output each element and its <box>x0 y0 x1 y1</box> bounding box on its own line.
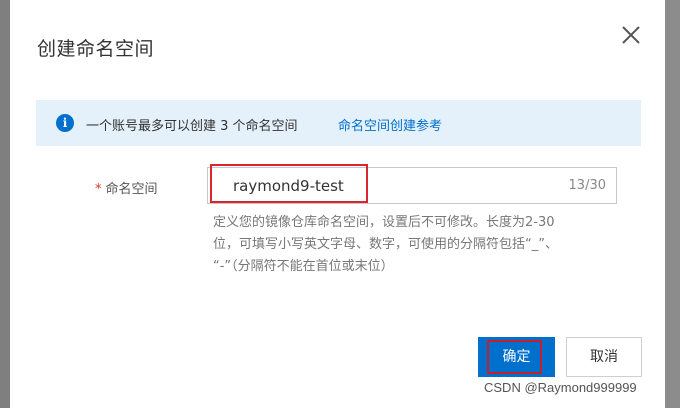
namespace-guide-link[interactable]: 命名空间创建参考 <box>338 115 442 134</box>
modal-backdrop-left <box>0 0 10 408</box>
namespace-label-text: 命名空间 <box>105 182 158 197</box>
confirm-button[interactable]: 确定 <box>478 337 555 377</box>
help-line: “-”（分隔符不能在首位或末位） <box>213 259 394 274</box>
info-icon: i <box>56 114 74 132</box>
notice-text: 一个账号最多可以创建 3 个命名空间 <box>86 119 298 134</box>
required-mark: * <box>95 182 102 197</box>
cancel-button[interactable]: 取消 <box>566 337 642 377</box>
create-namespace-dialog: 创建命名空间 i 一个账号最多可以创建 3 个命名空间 命名空间创建参考 * 命名… <box>10 0 665 408</box>
help-line: 位，可填写小写英文字母、数字，可使用的分隔符包括“_”、 <box>213 237 558 252</box>
namespace-label: * 命名空间 <box>95 178 158 197</box>
annotation-highlight-input <box>210 164 368 203</box>
watermark: CSDN @Raymond999999 <box>484 380 637 395</box>
info-notice: i 一个账号最多可以创建 3 个命名空间 命名空间创建参考 <box>36 100 641 146</box>
modal-backdrop-right <box>665 0 680 408</box>
help-line: 定义您的镜像仓库命名空间，设置后不可修改。长度为2-30 <box>213 215 555 230</box>
char-counter: 13/30 <box>568 178 606 193</box>
namespace-help-text: 定义您的镜像仓库命名空间，设置后不可修改。长度为2-30 位，可填写小写英文字母… <box>213 212 613 278</box>
close-icon[interactable] <box>620 24 642 46</box>
dialog-title: 创建命名空间 <box>37 38 155 60</box>
